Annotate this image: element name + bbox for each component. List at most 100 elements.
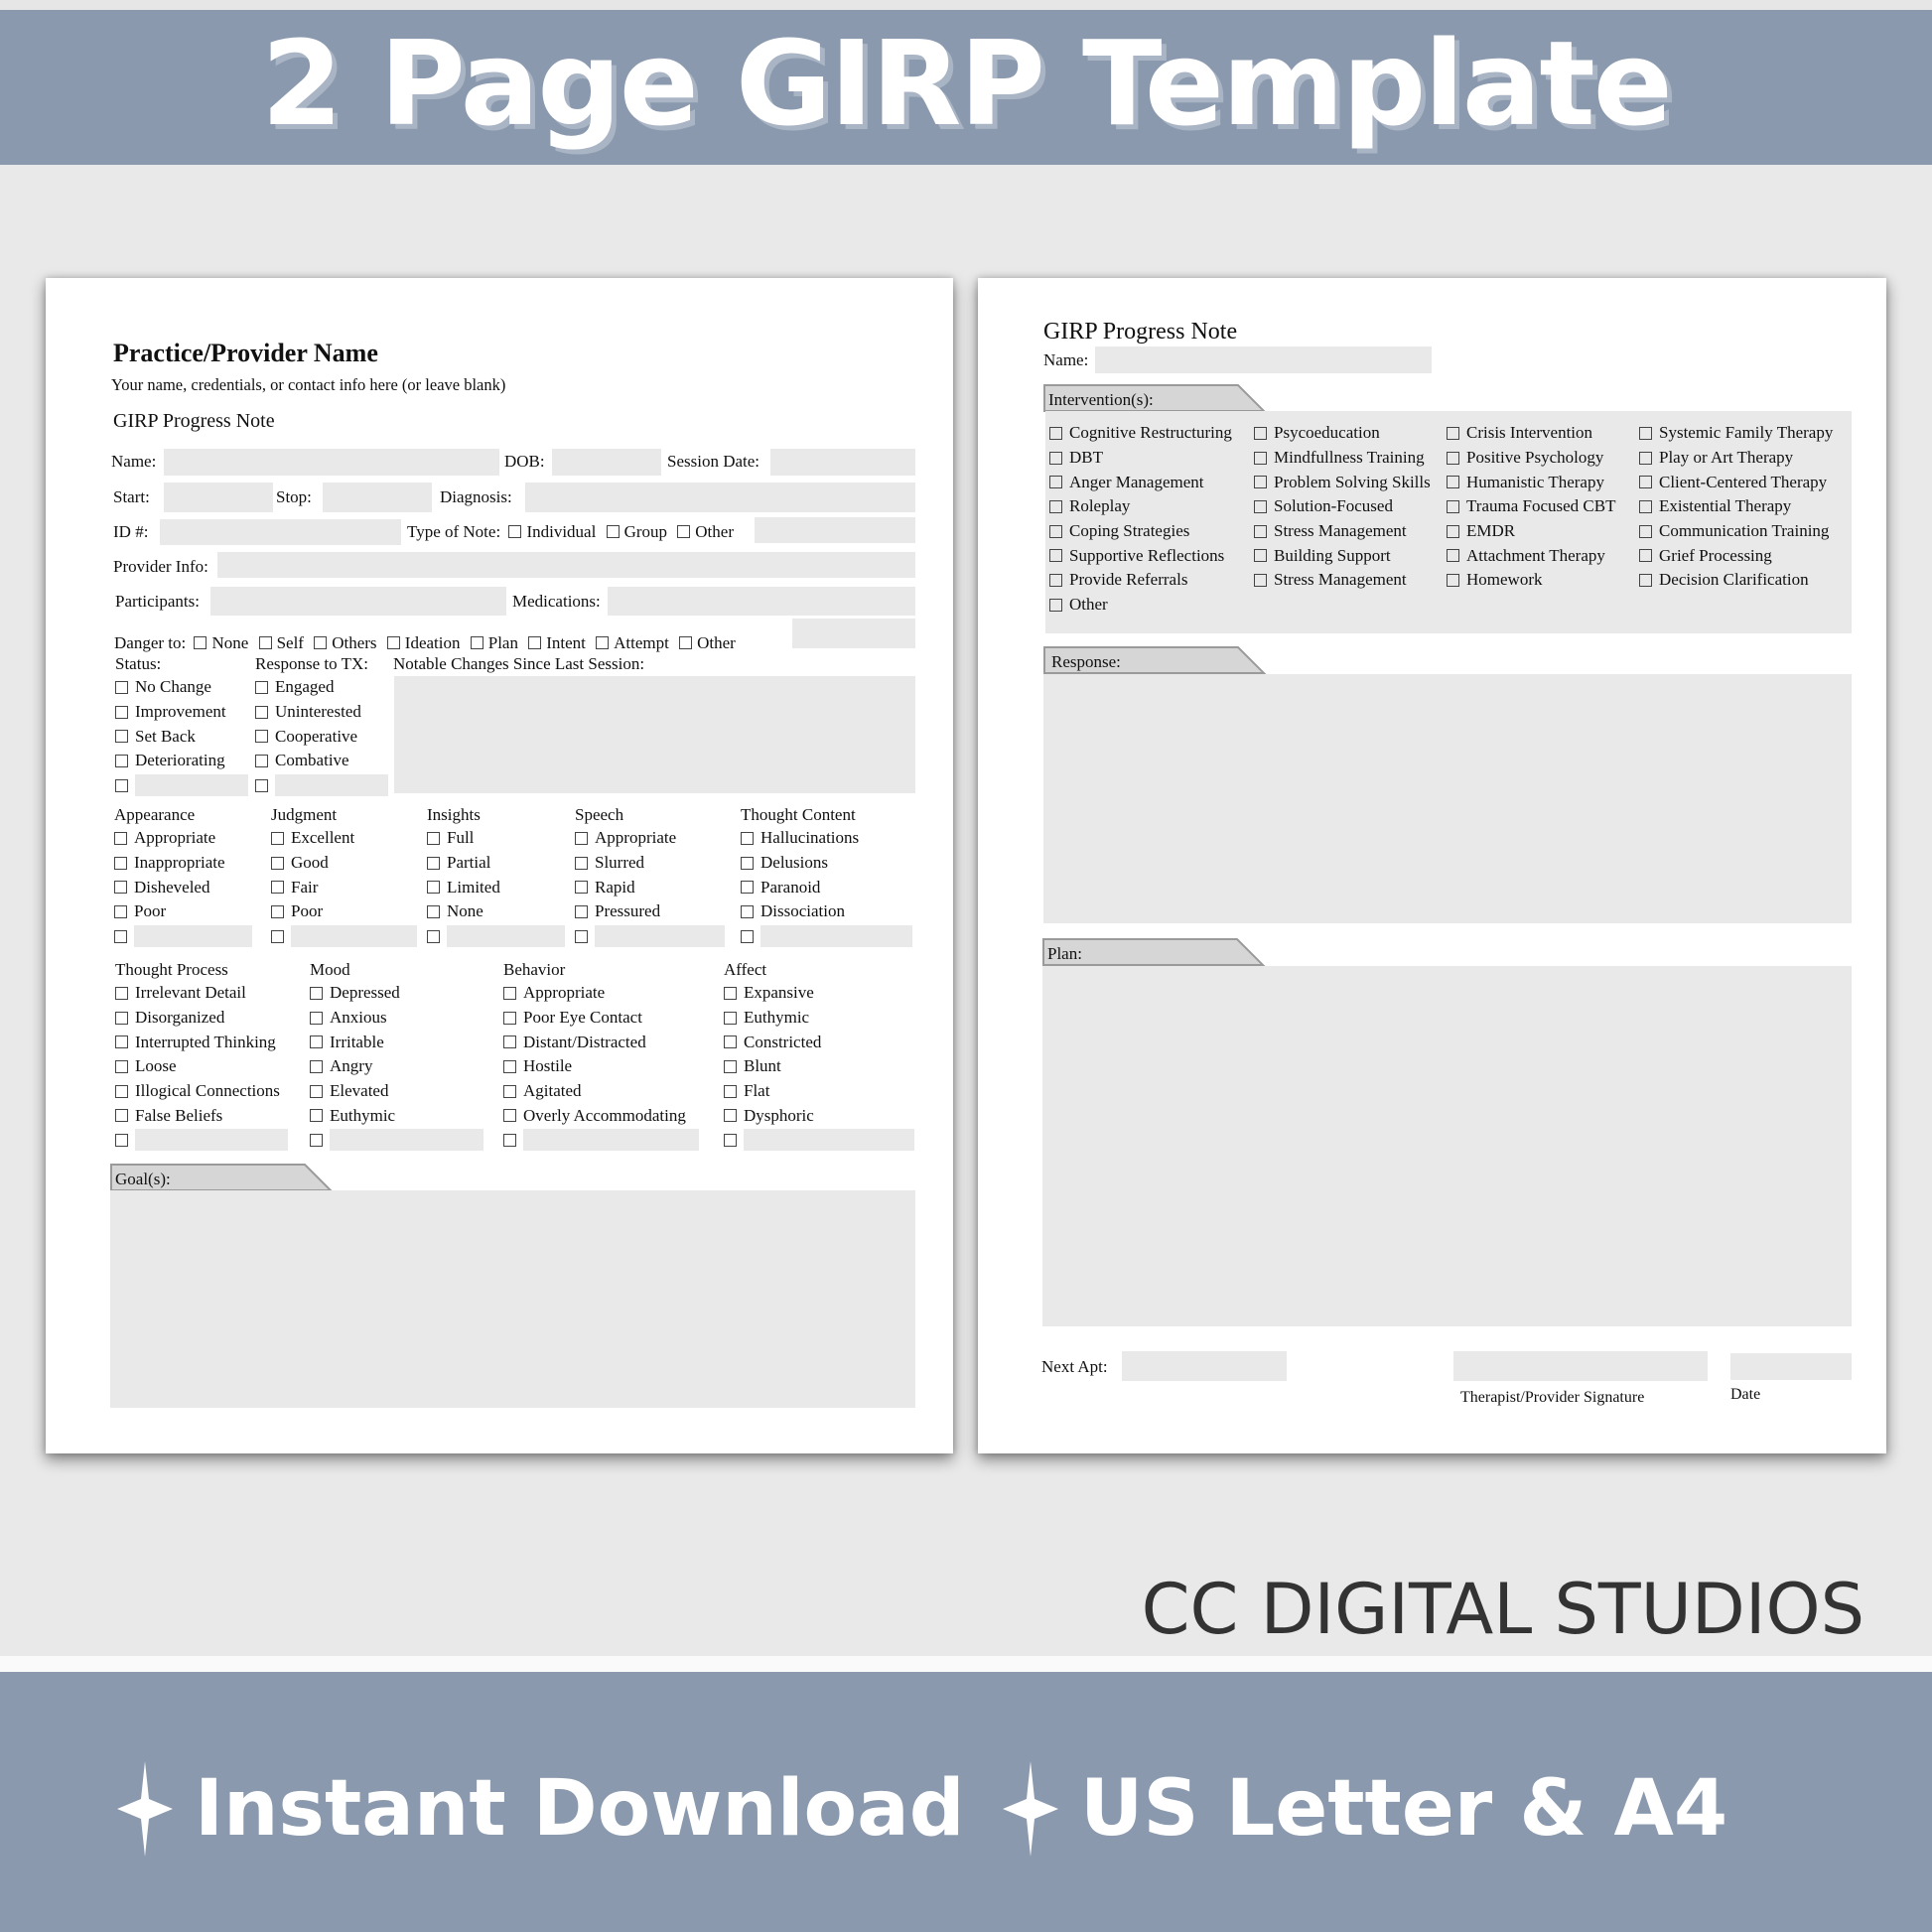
intervention-item[interactable]: Positive Psychology (1447, 446, 1616, 471)
mse-item[interactable]: Constricted (724, 1030, 914, 1054)
checkbox-icon[interactable] (1254, 451, 1267, 465)
checkbox-icon[interactable] (724, 1084, 737, 1098)
danger-option[interactable]: Ideation (386, 633, 460, 652)
checkbox-icon[interactable] (741, 929, 754, 943)
mse-item[interactable]: Appropriate (114, 826, 252, 851)
mse-other-field[interactable] (523, 1129, 699, 1152)
checkbox-icon[interactable] (724, 1035, 737, 1049)
danger-other-field[interactable] (792, 619, 915, 648)
participants-field[interactable] (210, 587, 506, 616)
id-field[interactable] (160, 519, 401, 545)
checkbox-icon[interactable] (115, 1035, 128, 1049)
checkbox-icon[interactable] (575, 904, 588, 918)
intervention-item[interactable]: DBT (1049, 446, 1232, 471)
status-item[interactable]: No Change (115, 675, 248, 700)
mse-item[interactable]: Poor (271, 899, 417, 924)
mse-other-field[interactable] (447, 925, 565, 948)
intervention-item[interactable]: EMDR (1447, 519, 1616, 544)
checkbox-icon[interactable] (114, 904, 127, 918)
checkbox-icon[interactable] (1447, 549, 1459, 563)
checkbox-icon[interactable] (194, 636, 207, 649)
checkbox-icon[interactable] (724, 1011, 737, 1025)
mse-item[interactable]: Fair (271, 875, 417, 899)
mse-item[interactable]: Irrelevant Detail (115, 981, 288, 1006)
checkbox-icon[interactable] (1254, 573, 1267, 587)
checkbox-icon[interactable] (114, 881, 127, 895)
checkbox-icon[interactable] (741, 904, 754, 918)
checkbox-icon[interactable] (115, 680, 128, 694)
mse-item[interactable]: Illogical Connections (115, 1079, 288, 1104)
mse-other-field[interactable] (330, 1129, 483, 1152)
checkbox-icon[interactable] (1049, 451, 1062, 465)
stop-field[interactable] (323, 483, 432, 512)
intervention-item[interactable]: Roleplay (1049, 494, 1232, 519)
checkbox-icon[interactable] (427, 856, 440, 870)
mse-item[interactable]: Excellent (271, 826, 417, 851)
dob-field[interactable] (552, 449, 661, 476)
mse-other[interactable] (115, 1128, 288, 1153)
checkbox-icon[interactable] (310, 1035, 323, 1049)
mse-item[interactable]: Inappropriate (114, 851, 252, 876)
checkbox-icon[interactable] (115, 1133, 128, 1147)
intervention-item[interactable]: Provide Referrals (1049, 568, 1232, 593)
mse-item[interactable]: Hostile (503, 1054, 699, 1079)
intervention-item[interactable]: Problem Solving Skills (1254, 470, 1431, 494)
mse-item[interactable]: None (427, 899, 565, 924)
intervention-item[interactable]: Decision Clarification (1639, 568, 1833, 593)
checkbox-icon[interactable] (1049, 598, 1062, 612)
mse-other-field[interactable] (291, 925, 417, 948)
status-item[interactable]: Set Back (115, 724, 248, 749)
intervention-item[interactable]: Cognitive Restructuring (1049, 421, 1232, 446)
mse-other-field[interactable] (595, 925, 725, 948)
mse-item[interactable]: Full (427, 826, 565, 851)
mse-other[interactable] (741, 924, 912, 949)
intervention-item[interactable]: Trauma Focused CBT (1447, 494, 1616, 519)
intervention-item[interactable]: Other (1049, 593, 1232, 618)
response-tx-item[interactable]: Engaged (255, 675, 388, 700)
mse-item[interactable]: Appropriate (575, 826, 725, 851)
response-tx-item[interactable]: Uninterested (255, 700, 388, 725)
intervention-item[interactable]: Supportive Reflections (1049, 543, 1232, 568)
danger-option[interactable]: Others (314, 633, 377, 652)
checkbox-icon[interactable] (503, 1035, 516, 1049)
checkbox-icon[interactable] (528, 636, 542, 649)
mse-item[interactable]: Expansive (724, 981, 914, 1006)
mse-item[interactable]: Poor Eye Contact (503, 1006, 699, 1031)
mse-item[interactable]: Disorganized (115, 1006, 288, 1031)
checkbox-icon[interactable] (115, 1109, 128, 1123)
checkbox-icon[interactable] (503, 1059, 516, 1073)
checkbox-icon[interactable] (1447, 499, 1459, 513)
mse-other[interactable] (427, 924, 565, 949)
checkbox-icon[interactable] (115, 730, 128, 744)
checkbox-icon[interactable] (1049, 499, 1062, 513)
mse-item[interactable]: Dissociation (741, 899, 912, 924)
checkbox-icon[interactable] (503, 1084, 516, 1098)
mse-item[interactable]: Elevated (310, 1079, 483, 1104)
goals-field[interactable] (110, 1190, 915, 1408)
diagnosis-field[interactable] (525, 483, 915, 512)
checkbox-icon[interactable] (575, 881, 588, 895)
mse-item[interactable]: Loose (115, 1054, 288, 1079)
mse-other[interactable] (503, 1128, 699, 1153)
checkbox-icon[interactable] (1639, 573, 1652, 587)
mse-item[interactable]: Pressured (575, 899, 725, 924)
danger-option[interactable]: None (190, 633, 248, 652)
intervention-item[interactable]: Grief Processing (1639, 543, 1833, 568)
checkbox-icon[interactable] (677, 525, 691, 538)
mse-item[interactable]: Irritable (310, 1030, 483, 1054)
checkbox-icon[interactable] (115, 986, 128, 1000)
intervention-item[interactable]: Stress Management (1254, 568, 1431, 593)
checkbox-icon[interactable] (271, 856, 284, 870)
checkbox-icon[interactable] (114, 831, 127, 845)
checkbox-icon[interactable] (575, 856, 588, 870)
mse-other-field[interactable] (760, 925, 912, 948)
checkbox-icon[interactable] (115, 1084, 128, 1098)
checkbox-icon[interactable] (386, 636, 400, 649)
checkbox-icon[interactable] (1447, 476, 1459, 489)
checkbox-icon[interactable] (310, 1133, 323, 1147)
checkbox-icon[interactable] (1049, 549, 1062, 563)
danger-option[interactable]: Other (679, 633, 736, 652)
mse-other[interactable] (310, 1128, 483, 1153)
mse-item[interactable]: Limited (427, 875, 565, 899)
medications-field[interactable] (608, 587, 915, 616)
